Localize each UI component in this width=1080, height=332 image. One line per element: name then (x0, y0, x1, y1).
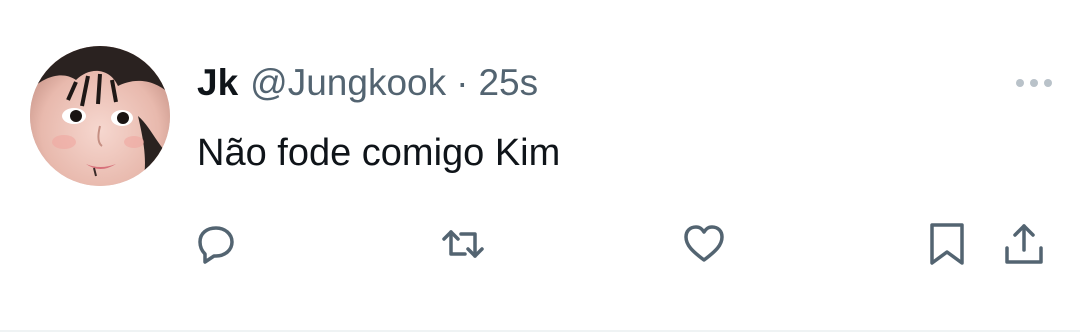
heart-icon (684, 225, 724, 262)
like-button[interactable] (678, 218, 730, 270)
tweet-card[interactable]: Jk @Jungkook · 25s Não fode comigo Kim (0, 0, 1080, 332)
avatar[interactable] (30, 46, 170, 186)
reply-icon (198, 226, 234, 264)
retweet-button[interactable] (437, 218, 489, 270)
bookmark-button[interactable] (921, 218, 973, 270)
tweet-header: Jk @Jungkook · 25s (197, 58, 538, 108)
share-icon (1005, 224, 1043, 264)
bookmark-icon (930, 223, 964, 265)
display-name[interactable]: Jk (197, 62, 238, 104)
user-handle[interactable]: @Jungkook (250, 62, 446, 104)
more-options-button[interactable] (1012, 68, 1056, 98)
reply-button[interactable] (190, 218, 242, 270)
more-horizontal-icon (1016, 79, 1052, 87)
avatar-photo (30, 46, 170, 186)
tweet-text: Não fode comigo Kim (197, 132, 561, 174)
timestamp[interactable]: 25s (478, 62, 538, 104)
share-button[interactable] (998, 218, 1050, 270)
separator-dot: · (456, 62, 469, 103)
retweet-icon (442, 230, 484, 258)
